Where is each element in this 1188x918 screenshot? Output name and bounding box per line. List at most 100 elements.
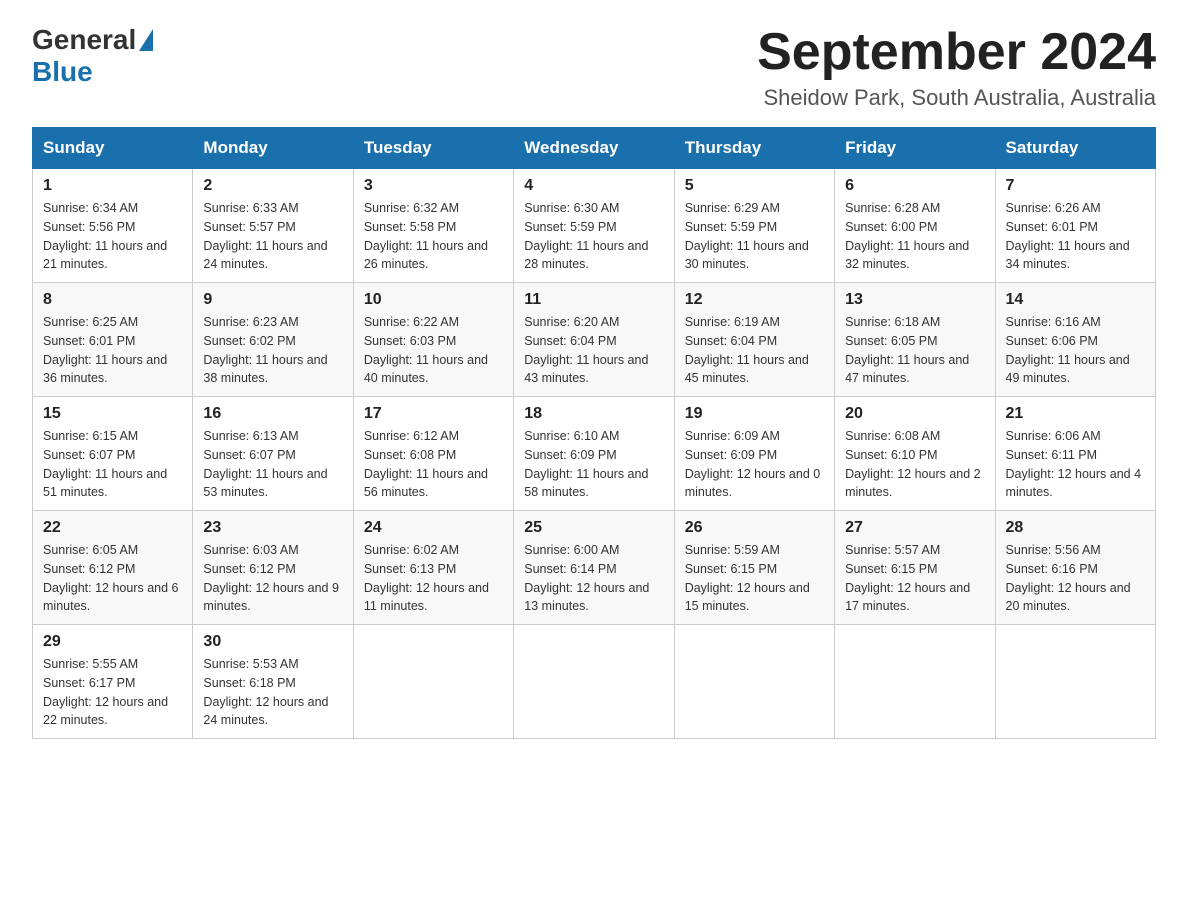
weekday-header-thursday: Thursday [674, 128, 834, 169]
day-number: 12 [685, 291, 824, 309]
calendar-cell: 20 Sunrise: 6:08 AMSunset: 6:10 PMDaylig… [835, 397, 995, 511]
day-info: Sunrise: 6:32 AMSunset: 5:58 PMDaylight:… [364, 199, 503, 274]
day-info: Sunrise: 5:53 AMSunset: 6:18 PMDaylight:… [203, 655, 342, 730]
day-number: 1 [43, 177, 182, 195]
calendar-cell: 14 Sunrise: 6:16 AMSunset: 6:06 PMDaylig… [995, 283, 1155, 397]
calendar-cell: 27 Sunrise: 5:57 AMSunset: 6:15 PMDaylig… [835, 511, 995, 625]
calendar-cell: 16 Sunrise: 6:13 AMSunset: 6:07 PMDaylig… [193, 397, 353, 511]
calendar-cell: 25 Sunrise: 6:00 AMSunset: 6:14 PMDaylig… [514, 511, 674, 625]
calendar-cell [835, 625, 995, 739]
day-number: 16 [203, 405, 342, 423]
day-info: Sunrise: 5:57 AMSunset: 6:15 PMDaylight:… [845, 541, 984, 616]
day-number: 23 [203, 519, 342, 537]
calendar-cell [353, 625, 513, 739]
calendar-cell: 24 Sunrise: 6:02 AMSunset: 6:13 PMDaylig… [353, 511, 513, 625]
day-info: Sunrise: 5:56 AMSunset: 6:16 PMDaylight:… [1006, 541, 1145, 616]
day-info: Sunrise: 6:13 AMSunset: 6:07 PMDaylight:… [203, 427, 342, 502]
day-number: 9 [203, 291, 342, 309]
calendar-cell: 3 Sunrise: 6:32 AMSunset: 5:58 PMDayligh… [353, 169, 513, 283]
day-number: 6 [845, 177, 984, 195]
day-info: Sunrise: 6:22 AMSunset: 6:03 PMDaylight:… [364, 313, 503, 388]
calendar-cell: 18 Sunrise: 6:10 AMSunset: 6:09 PMDaylig… [514, 397, 674, 511]
day-number: 28 [1006, 519, 1145, 537]
day-info: Sunrise: 6:23 AMSunset: 6:02 PMDaylight:… [203, 313, 342, 388]
calendar-cell: 11 Sunrise: 6:20 AMSunset: 6:04 PMDaylig… [514, 283, 674, 397]
calendar-cell: 12 Sunrise: 6:19 AMSunset: 6:04 PMDaylig… [674, 283, 834, 397]
calendar-cell [674, 625, 834, 739]
day-info: Sunrise: 6:19 AMSunset: 6:04 PMDaylight:… [685, 313, 824, 388]
day-number: 17 [364, 405, 503, 423]
day-number: 11 [524, 291, 663, 309]
logo: General Blue [32, 24, 154, 88]
calendar-week-row: 29 Sunrise: 5:55 AMSunset: 6:17 PMDaylig… [33, 625, 1156, 739]
calendar-cell: 7 Sunrise: 6:26 AMSunset: 6:01 PMDayligh… [995, 169, 1155, 283]
calendar-cell: 26 Sunrise: 5:59 AMSunset: 6:15 PMDaylig… [674, 511, 834, 625]
day-info: Sunrise: 6:30 AMSunset: 5:59 PMDaylight:… [524, 199, 663, 274]
calendar-week-row: 8 Sunrise: 6:25 AMSunset: 6:01 PMDayligh… [33, 283, 1156, 397]
calendar-cell: 17 Sunrise: 6:12 AMSunset: 6:08 PMDaylig… [353, 397, 513, 511]
calendar-cell [995, 625, 1155, 739]
day-info: Sunrise: 6:28 AMSunset: 6:00 PMDaylight:… [845, 199, 984, 274]
day-number: 2 [203, 177, 342, 195]
month-title: September 2024 [757, 24, 1156, 81]
day-number: 7 [1006, 177, 1145, 195]
calendar-cell: 5 Sunrise: 6:29 AMSunset: 5:59 PMDayligh… [674, 169, 834, 283]
page-header: General Blue September 2024 Sheidow Park… [32, 24, 1156, 111]
calendar-cell: 29 Sunrise: 5:55 AMSunset: 6:17 PMDaylig… [33, 625, 193, 739]
calendar-cell: 6 Sunrise: 6:28 AMSunset: 6:00 PMDayligh… [835, 169, 995, 283]
day-info: Sunrise: 6:05 AMSunset: 6:12 PMDaylight:… [43, 541, 182, 616]
day-number: 25 [524, 519, 663, 537]
calendar-week-row: 15 Sunrise: 6:15 AMSunset: 6:07 PMDaylig… [33, 397, 1156, 511]
weekday-header-row: SundayMondayTuesdayWednesdayThursdayFrid… [33, 128, 1156, 169]
day-number: 21 [1006, 405, 1145, 423]
day-info: Sunrise: 6:18 AMSunset: 6:05 PMDaylight:… [845, 313, 984, 388]
day-info: Sunrise: 6:15 AMSunset: 6:07 PMDaylight:… [43, 427, 182, 502]
calendar-cell: 15 Sunrise: 6:15 AMSunset: 6:07 PMDaylig… [33, 397, 193, 511]
day-number: 4 [524, 177, 663, 195]
day-info: Sunrise: 6:12 AMSunset: 6:08 PMDaylight:… [364, 427, 503, 502]
calendar-week-row: 1 Sunrise: 6:34 AMSunset: 5:56 PMDayligh… [33, 169, 1156, 283]
calendar-cell: 23 Sunrise: 6:03 AMSunset: 6:12 PMDaylig… [193, 511, 353, 625]
calendar-cell: 1 Sunrise: 6:34 AMSunset: 5:56 PMDayligh… [33, 169, 193, 283]
calendar-cell: 30 Sunrise: 5:53 AMSunset: 6:18 PMDaylig… [193, 625, 353, 739]
calendar-cell: 2 Sunrise: 6:33 AMSunset: 5:57 PMDayligh… [193, 169, 353, 283]
calendar-cell: 21 Sunrise: 6:06 AMSunset: 6:11 PMDaylig… [995, 397, 1155, 511]
calendar-cell: 4 Sunrise: 6:30 AMSunset: 5:59 PMDayligh… [514, 169, 674, 283]
day-number: 10 [364, 291, 503, 309]
weekday-header-friday: Friday [835, 128, 995, 169]
day-info: Sunrise: 5:55 AMSunset: 6:17 PMDaylight:… [43, 655, 182, 730]
day-number: 30 [203, 633, 342, 651]
calendar-cell: 13 Sunrise: 6:18 AMSunset: 6:05 PMDaylig… [835, 283, 995, 397]
day-info: Sunrise: 6:26 AMSunset: 6:01 PMDaylight:… [1006, 199, 1145, 274]
calendar-table: SundayMondayTuesdayWednesdayThursdayFrid… [32, 127, 1156, 739]
title-area: September 2024 Sheidow Park, South Austr… [757, 24, 1156, 111]
day-number: 8 [43, 291, 182, 309]
calendar-cell [514, 625, 674, 739]
day-info: Sunrise: 6:02 AMSunset: 6:13 PMDaylight:… [364, 541, 503, 616]
day-info: Sunrise: 6:20 AMSunset: 6:04 PMDaylight:… [524, 313, 663, 388]
logo-blue-text: Blue [32, 56, 93, 88]
day-info: Sunrise: 6:00 AMSunset: 6:14 PMDaylight:… [524, 541, 663, 616]
weekday-header-tuesday: Tuesday [353, 128, 513, 169]
day-number: 19 [685, 405, 824, 423]
day-info: Sunrise: 6:09 AMSunset: 6:09 PMDaylight:… [685, 427, 824, 502]
weekday-header-sunday: Sunday [33, 128, 193, 169]
calendar-cell: 8 Sunrise: 6:25 AMSunset: 6:01 PMDayligh… [33, 283, 193, 397]
day-number: 3 [364, 177, 503, 195]
day-info: Sunrise: 6:33 AMSunset: 5:57 PMDaylight:… [203, 199, 342, 274]
day-info: Sunrise: 6:25 AMSunset: 6:01 PMDaylight:… [43, 313, 182, 388]
day-number: 15 [43, 405, 182, 423]
calendar-cell: 22 Sunrise: 6:05 AMSunset: 6:12 PMDaylig… [33, 511, 193, 625]
day-number: 14 [1006, 291, 1145, 309]
day-info: Sunrise: 6:08 AMSunset: 6:10 PMDaylight:… [845, 427, 984, 502]
day-number: 5 [685, 177, 824, 195]
day-info: Sunrise: 6:10 AMSunset: 6:09 PMDaylight:… [524, 427, 663, 502]
day-info: Sunrise: 6:03 AMSunset: 6:12 PMDaylight:… [203, 541, 342, 616]
day-number: 27 [845, 519, 984, 537]
location-title: Sheidow Park, South Australia, Australia [757, 85, 1156, 111]
weekday-header-monday: Monday [193, 128, 353, 169]
day-number: 24 [364, 519, 503, 537]
calendar-week-row: 22 Sunrise: 6:05 AMSunset: 6:12 PMDaylig… [33, 511, 1156, 625]
day-info: Sunrise: 6:16 AMSunset: 6:06 PMDaylight:… [1006, 313, 1145, 388]
day-number: 22 [43, 519, 182, 537]
